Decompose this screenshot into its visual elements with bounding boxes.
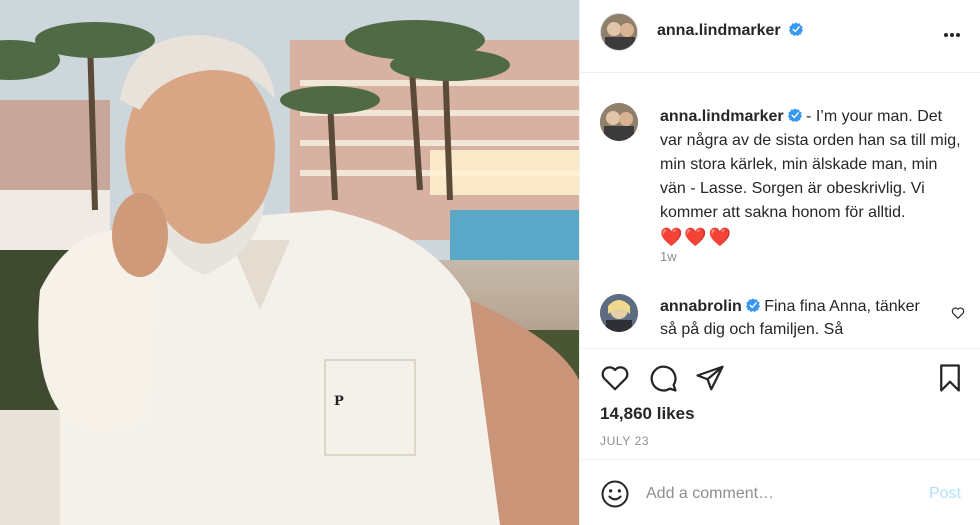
caption: anna.lindmarker - I’m your man. Det var …: [660, 105, 963, 251]
caption-timestamp[interactable]: 1w: [660, 249, 677, 264]
verified-badge-icon: [789, 22, 804, 36]
post-photo[interactable]: P: [0, 0, 579, 525]
post-header: anna.lindmarker: [580, 0, 980, 73]
like-comment-heart-icon[interactable]: [951, 306, 965, 320]
caption-hearts: ❤️❤️❤️: [660, 227, 734, 247]
post-panel: anna.lindmarker anna.lindmarker - I’m yo…: [579, 0, 980, 525]
add-comment-bar: Post: [580, 461, 980, 525]
more-horizontal-icon: [944, 33, 960, 37]
owner-avatar[interactable]: [600, 13, 638, 51]
verified-badge-icon: [745, 298, 760, 312]
verified-badge-icon: [787, 108, 802, 122]
caption-avatar[interactable]: [600, 103, 638, 141]
comment-bubble-icon[interactable]: [648, 363, 678, 393]
comment-input[interactable]: [646, 481, 906, 507]
photo-illustration: P: [0, 0, 579, 525]
svg-text:P: P: [334, 394, 344, 409]
share-paper-plane-icon[interactable]: [695, 363, 725, 393]
reply-username[interactable]: annabrolin: [660, 298, 742, 315]
caption-username[interactable]: anna.lindmarker: [660, 108, 784, 125]
owner-username[interactable]: anna.lindmarker: [657, 22, 781, 39]
post-comment-button[interactable]: Post: [929, 485, 961, 503]
comments-list[interactable]: anna.lindmarker - I’m your man. Det var …: [580, 74, 980, 348]
like-heart-icon[interactable]: [600, 363, 630, 393]
emoji-icon[interactable]: [600, 479, 630, 509]
reply-comment: annabrolin Fina fina Anna, tänker så på …: [660, 295, 930, 341]
post-date[interactable]: JULY 23: [600, 434, 649, 448]
owner-username-row: anna.lindmarker: [657, 22, 804, 40]
save-bookmark-icon[interactable]: [935, 363, 965, 393]
reply-avatar[interactable]: [600, 294, 638, 332]
likes-count[interactable]: 14,860 likes: [600, 404, 695, 424]
post-actions: 14,860 likes JULY 23: [580, 348, 980, 460]
more-options-button[interactable]: [943, 22, 961, 40]
